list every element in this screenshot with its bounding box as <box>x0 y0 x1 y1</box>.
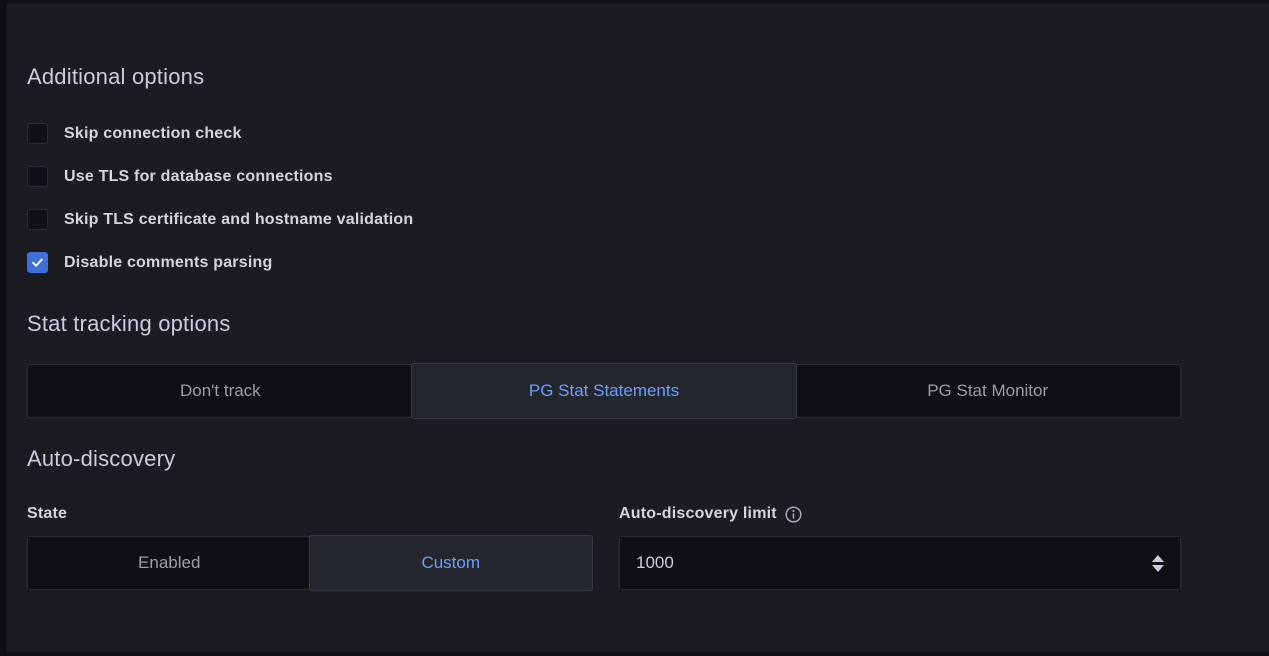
stat-tracking-radio-group: Don't track PG Stat Statements PG Stat M… <box>27 364 1181 418</box>
auto-discovery-limit-label: Auto-discovery limit <box>619 504 777 524</box>
stepper-up-icon[interactable] <box>1152 555 1164 562</box>
info-icon[interactable] <box>785 506 802 523</box>
checkbox-skip-tls-validation[interactable]: Skip TLS certificate and hostname valida… <box>27 209 1181 230</box>
additional-options-checkbox-group: Skip connection check Use TLS for databa… <box>27 123 1181 273</box>
radio-option-pg-stat-monitor[interactable]: PG Stat Monitor <box>795 365 1180 417</box>
checkbox-skip-connection-check[interactable]: Skip connection check <box>27 123 1181 144</box>
state-field: State Enabled Custom <box>27 504 592 590</box>
checkbox-unchecked[interactable] <box>27 123 48 144</box>
additional-options-heading: Additional options <box>27 63 1181 91</box>
checkbox-label: Skip connection check <box>64 125 242 143</box>
auto-discovery-limit-input-wrapper <box>619 536 1181 590</box>
checkbox-label: Skip TLS certificate and hostname valida… <box>64 211 413 229</box>
auto-discovery-limit-field: Auto-discovery limit <box>619 504 1181 590</box>
checkbox-disable-comments-parsing[interactable]: Disable comments parsing <box>27 252 1181 273</box>
settings-panel: Additional options Skip connection check… <box>7 3 1269 652</box>
checkbox-use-tls[interactable]: Use TLS for database connections <box>27 166 1181 187</box>
radio-option-enabled[interactable]: Enabled <box>28 537 311 589</box>
stepper-down-icon[interactable] <box>1152 565 1164 572</box>
auto-discovery-limit-input[interactable] <box>636 553 1150 573</box>
checkbox-label: Disable comments parsing <box>64 254 272 272</box>
checkbox-unchecked[interactable] <box>27 166 48 187</box>
radio-option-pg-stat-statements[interactable]: PG Stat Statements <box>412 364 797 418</box>
checkbox-label: Use TLS for database connections <box>64 168 333 186</box>
stat-tracking-heading: Stat tracking options <box>27 310 1181 338</box>
state-label: State <box>27 504 592 524</box>
checkbox-unchecked[interactable] <box>27 209 48 230</box>
radio-option-custom[interactable]: Custom <box>310 536 593 590</box>
radio-option-dont-track[interactable]: Don't track <box>28 365 413 417</box>
number-stepper[interactable] <box>1150 551 1166 576</box>
auto-discovery-heading: Auto-discovery <box>27 445 1181 473</box>
checkmark-icon <box>31 256 44 269</box>
state-radio-group: Enabled Custom <box>27 536 592 590</box>
checkbox-checked[interactable] <box>27 252 48 273</box>
